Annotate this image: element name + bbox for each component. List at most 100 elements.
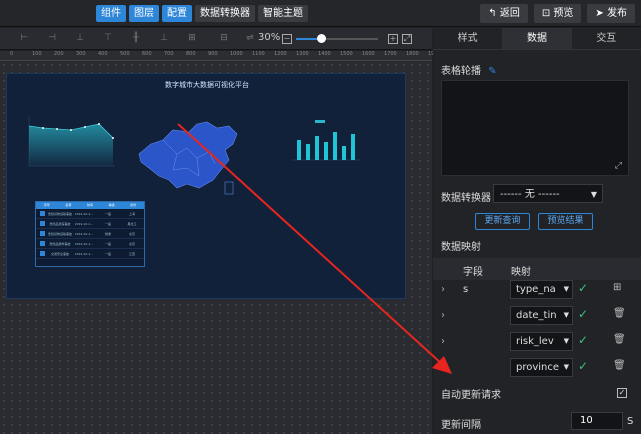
back-button[interactable]: ↰ 返回 <box>480 4 528 23</box>
delete-icon[interactable]: 🗑 <box>613 360 626 371</box>
table-row: 危险货物运输事故 2019-10-1... 一般 上海 <box>36 209 144 219</box>
publish-button[interactable]: ➤ 发布 <box>587 4 635 23</box>
mapping-row: › province ▼ ✓ 🗑 <box>433 356 641 382</box>
ruler-mark: 700 <box>164 51 174 57</box>
bar-chart-widget[interactable] <box>287 120 363 166</box>
table-outline-title: 表格轮播 ✎ <box>441 62 497 77</box>
ruler-mark: 800 <box>186 51 196 57</box>
table-header-cell: 序号 <box>43 203 50 207</box>
ruler-mark: 1500 <box>340 51 353 57</box>
table-cell: 交通安全事故 <box>50 251 69 256</box>
table-cell: 2019-10-1... <box>74 221 94 226</box>
publish-label: 发布 <box>607 8 627 19</box>
row-index-marker <box>36 230 48 237</box>
tab-style[interactable]: 样式 <box>433 28 502 49</box>
tab-data[interactable]: 数据 <box>502 28 572 49</box>
nav-config[interactable]: 配置 <box>162 5 192 22</box>
distribute-v-icon[interactable]: ⊟ <box>218 33 230 43</box>
mapping-row: › s type_na ▼ ✓ ⊞ <box>433 278 641 304</box>
mapping-header: 字段 映射 <box>433 258 641 280</box>
add-icon[interactable]: ⊞ <box>613 282 621 293</box>
zoom-slider-handle[interactable] <box>317 34 326 43</box>
auto-update-checkbox[interactable]: ✓ <box>617 388 627 398</box>
china-map-widget[interactable] <box>133 118 245 198</box>
send-icon: ➤ <box>595 8 604 19</box>
align-top-icon[interactable]: ⊤ <box>102 33 114 43</box>
mapping-row: › date_tin ▼ ✓ 🗑 <box>433 304 641 330</box>
align-bottom-icon[interactable]: ⊥ <box>158 33 170 43</box>
table-cell: 北京 <box>128 241 135 246</box>
nav-smart-theme[interactable]: 智能主题 <box>258 5 308 22</box>
nav-layers[interactable]: 图层 <box>129 5 159 22</box>
table-carousel-widget[interactable]: 序号 名称 时间 等级 省份 危险货物运输事故 2019-10-1... 一般 … <box>35 201 145 267</box>
delete-icon[interactable]: 🗑 <box>613 334 626 345</box>
ruler-mark: 600 <box>142 51 152 57</box>
tab-interaction[interactable]: 交互 <box>572 28 641 49</box>
interval-input[interactable]: 10 <box>571 412 623 430</box>
ruler-mark: 100 <box>32 51 42 57</box>
data-editor-box[interactable]: ⤢ <box>441 80 629 176</box>
ruler-mark: 1200 <box>274 51 287 57</box>
chevron-right-icon[interactable]: › <box>441 336 445 347</box>
row-index-marker <box>36 240 48 247</box>
spacing-icon[interactable]: ⇌ <box>244 33 256 43</box>
align-center-h-icon[interactable]: ⊣ <box>46 33 58 43</box>
data-mapping-title: 数据映射 <box>441 242 481 253</box>
table-row: 危险品泄露事故 2019-10-1... 一般 黑龙江 <box>36 219 144 229</box>
table-cell: 黑龙江 <box>127 221 137 226</box>
back-label: 返回 <box>499 8 520 19</box>
preview-result-button[interactable]: 预览结果 <box>538 213 593 230</box>
ruler-mark: 500 <box>120 51 130 57</box>
ruler-mark: 900 <box>208 51 218 57</box>
mapping-select[interactable]: type_na ▼ <box>510 280 573 299</box>
expand-icon[interactable]: ⤢ <box>615 161 622 171</box>
interval-label: 更新间隔 <box>441 420 481 431</box>
fit-screen-icon[interactable]: ⤢ <box>402 34 412 44</box>
zoom-label: 30% <box>258 32 281 43</box>
table-cell: 一般 <box>104 221 111 226</box>
chevron-right-icon[interactable]: › <box>441 362 445 373</box>
converter-label: 数据转换器 <box>441 193 491 204</box>
auto-update-label: 自动更新请求 <box>441 390 501 401</box>
nav-components[interactable]: 组件 <box>96 5 126 22</box>
table-header-cell: 省份 <box>130 203 137 207</box>
table-header-cell: 时间 <box>86 203 93 207</box>
delete-icon[interactable]: 🗑 <box>613 308 626 319</box>
table-header: 序号 名称 时间 等级 省份 <box>36 202 144 209</box>
refresh-query-button[interactable]: 更新查询 <box>475 213 530 230</box>
zoom-in-icon[interactable]: + <box>388 34 398 44</box>
table-cell: 2019-10-1... <box>74 241 94 246</box>
ruler-mark: 1300 <box>296 51 309 57</box>
table-cell: 2019-10-1... <box>74 211 94 216</box>
chevron-right-icon[interactable]: › <box>441 310 445 321</box>
zoom-out-icon[interactable]: − <box>282 34 292 44</box>
top-bar: 组件 图层 配置 数据转换器 智能主题 ↰ 返回 ⊡ 预览 ➤ 发布 <box>0 0 641 27</box>
table-row: 交通安全事故 2019-10-1... 一般 江西 <box>36 249 144 259</box>
chevron-down-icon: ▼ <box>561 307 569 324</box>
align-left-icon[interactable]: ⊢ <box>18 33 30 43</box>
mapping-select[interactable]: date_tin ▼ <box>510 306 573 325</box>
mapping-select[interactable]: risk_lev ▼ <box>510 332 573 351</box>
edit-icon[interactable]: ✎ <box>488 66 496 77</box>
chevron-down-icon: ▼ <box>561 333 569 350</box>
ruler-mark: 1700 <box>384 51 397 57</box>
align-right-icon[interactable]: ⊥ <box>74 33 86 43</box>
table-cell: 2019-10-1... <box>74 231 94 236</box>
preview-button[interactable]: ⊡ 预览 <box>533 4 582 23</box>
interval-unit: S <box>627 416 634 427</box>
align-middle-icon[interactable]: ╫ <box>130 33 142 43</box>
preview-icon: ⊡ <box>541 8 551 19</box>
table-cell: 一般 <box>104 211 111 216</box>
mapping-select[interactable]: province ▼ <box>510 358 573 377</box>
field-header: 字段 <box>463 267 483 278</box>
area-chart-widget[interactable] <box>21 114 117 176</box>
chevron-right-icon[interactable]: › <box>441 284 445 295</box>
distribute-h-icon[interactable]: ⊞ <box>186 33 198 43</box>
top-actions: ↰ 返回 ⊡ 预览 ➤ 发布 <box>480 4 635 23</box>
table-cell: 一般 <box>104 241 111 246</box>
nav-data-converter[interactable]: 数据转换器 <box>195 5 255 22</box>
ruler-mark: 0 <box>10 51 14 57</box>
row-index-marker <box>36 250 48 257</box>
converter-select[interactable]: ------ 无 ------ ▼ <box>493 184 603 203</box>
dashboard-screen[interactable]: 数字城市大数据可视化平台 序号 名称 时间 等级 省份 危险货物运输事故 201… <box>6 73 406 299</box>
